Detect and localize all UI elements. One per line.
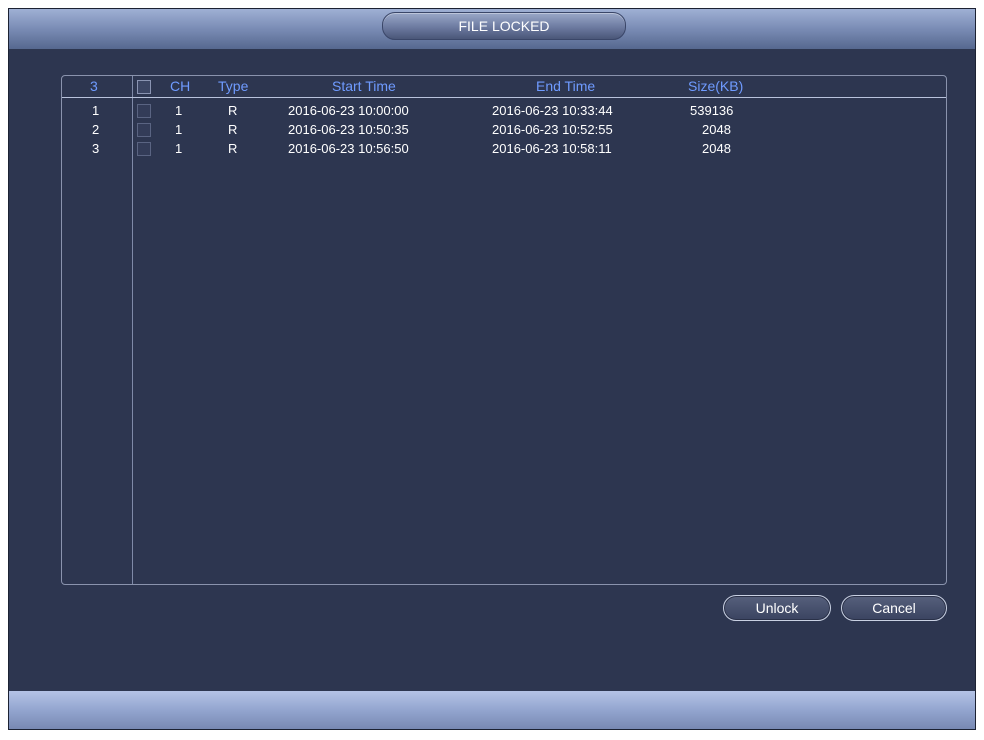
header-file-count: 3 (90, 78, 98, 94)
table-row[interactable]: 3 1 R 2016-06-23 10:56:50 2016-06-23 10:… (62, 140, 946, 158)
row-end-time: 2016-06-23 10:58:11 (492, 141, 612, 156)
row-checkbox[interactable] (137, 142, 151, 156)
row-index: 1 (92, 103, 100, 118)
file-locked-dialog: FILE LOCKED 3 CH Type Start Time End Tim… (8, 8, 976, 730)
list-header: 3 CH Type Start Time End Time Size(KB) (62, 76, 946, 98)
title-bar: FILE LOCKED (9, 9, 975, 49)
row-ch: 1 (175, 103, 183, 118)
row-start-time: 2016-06-23 10:50:35 (288, 122, 409, 137)
table-row[interactable]: 2 1 R 2016-06-23 10:50:35 2016-06-23 10:… (62, 121, 946, 139)
header-type[interactable]: Type (218, 76, 248, 97)
row-end-time: 2016-06-23 10:52:55 (492, 122, 613, 137)
row-checkbox[interactable] (137, 104, 151, 118)
row-start-time: 2016-06-23 10:56:50 (288, 141, 409, 156)
row-ch: 1 (175, 141, 183, 156)
cancel-button[interactable]: Cancel (841, 595, 947, 621)
bottom-bar (9, 691, 975, 729)
row-ch: 1 (175, 122, 183, 137)
locked-file-list: 3 CH Type Start Time End Time Size(KB) 1… (61, 75, 947, 585)
row-index: 2 (92, 122, 100, 137)
row-type: R (228, 103, 238, 118)
header-size[interactable]: Size(KB) (688, 76, 743, 97)
row-type: R (228, 122, 238, 137)
row-end-time: 2016-06-23 10:33:44 (492, 103, 613, 118)
row-checkbox[interactable] (137, 123, 151, 137)
table-row[interactable]: 1 1 R 2016-06-23 10:00:00 2016-06-23 10:… (62, 102, 946, 120)
header-end-time[interactable]: End Time (536, 76, 595, 97)
row-start-time: 2016-06-23 10:00:00 (288, 103, 409, 118)
header-start-time[interactable]: Start Time (332, 76, 396, 97)
select-all-checkbox[interactable] (137, 80, 151, 94)
row-index: 3 (92, 141, 100, 156)
dialog-title: FILE LOCKED (382, 12, 626, 40)
row-type: R (228, 141, 238, 156)
header-ch[interactable]: CH (170, 76, 190, 97)
row-size: 539136 (690, 103, 734, 118)
row-size: 2048 (702, 122, 731, 137)
unlock-button[interactable]: Unlock (723, 595, 831, 621)
row-size: 2048 (702, 141, 731, 156)
